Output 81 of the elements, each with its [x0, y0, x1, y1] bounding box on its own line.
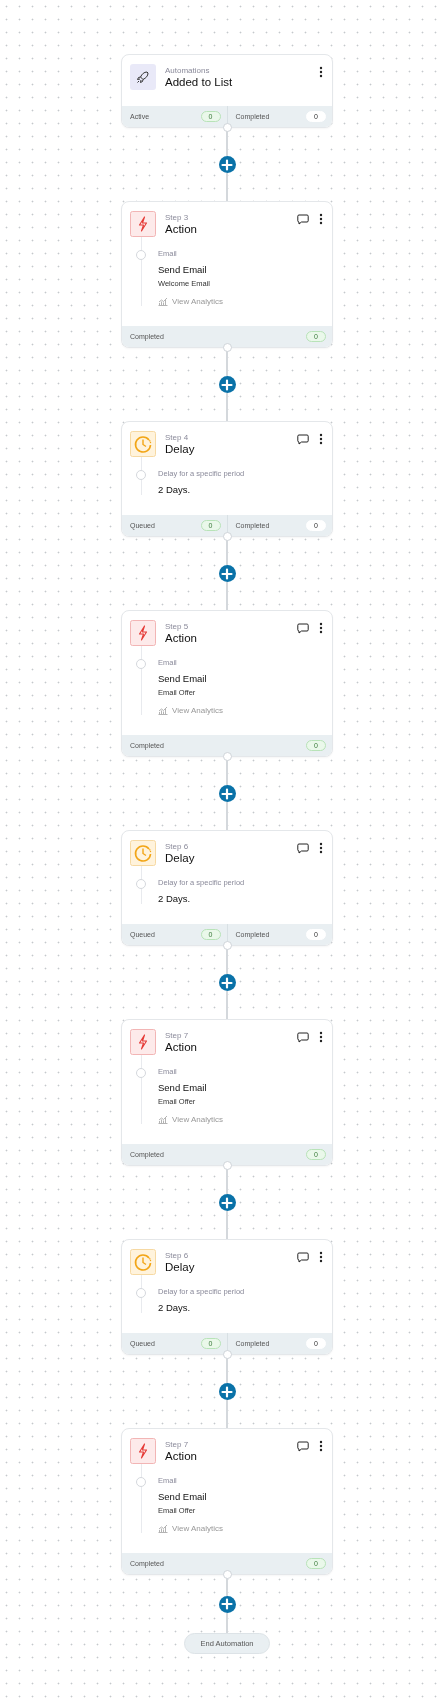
timeline-dot: [136, 1288, 146, 1298]
rocket-icon: [130, 64, 156, 90]
node-title: Action: [165, 223, 198, 235]
detail-title: Send Email: [158, 1491, 208, 1502]
timeline-dot: [136, 470, 146, 480]
clock-icon: [130, 431, 156, 457]
add-step-button[interactable]: [218, 974, 236, 991]
comment-icon[interactable]: [297, 1440, 309, 1452]
node-title: Action: [165, 1041, 198, 1053]
connector-line: [226, 802, 228, 830]
connector-port: [223, 1161, 232, 1170]
comment-icon[interactable]: [297, 1031, 309, 1043]
timeline-dot: [136, 659, 146, 669]
add-step-button[interactable]: [218, 565, 236, 582]
node-title: Delay: [165, 1261, 196, 1273]
connector-port: [223, 941, 232, 950]
add-step-button[interactable]: [218, 1595, 236, 1613]
connector-port: [223, 343, 232, 352]
connector-port: [223, 1570, 232, 1579]
comment-icon[interactable]: [297, 433, 309, 445]
more-menu-icon[interactable]: [319, 1440, 323, 1452]
node-title: Action: [165, 1450, 198, 1462]
comment-icon[interactable]: [297, 1251, 309, 1263]
node-title: Added to List: [165, 76, 234, 88]
connector-line: [226, 393, 228, 421]
comment-icon[interactable]: [297, 622, 309, 634]
step-label: Step 6: [165, 842, 190, 851]
timeline-dot: [136, 1477, 146, 1487]
detail-title: 2 Days.: [158, 893, 192, 904]
node-title: Action: [165, 632, 198, 644]
connector-line: [226, 582, 228, 610]
more-menu-icon[interactable]: [319, 213, 323, 225]
timeline-dot: [136, 250, 146, 260]
node-title: Delay: [165, 443, 196, 455]
connector-port: [223, 123, 232, 132]
chart-icon: [158, 1524, 168, 1533]
add-step-button[interactable]: [218, 1194, 236, 1211]
connector-port: [223, 1350, 232, 1359]
connector-line: [226, 173, 228, 201]
lightning-icon: [130, 1438, 156, 1464]
detail-title: Send Email: [158, 264, 208, 275]
timeline-dot: [136, 1068, 146, 1078]
clock-icon: [130, 840, 156, 866]
detail-title: 2 Days.: [158, 484, 192, 495]
add-step-button[interactable]: [218, 376, 236, 393]
category-label: Automations: [165, 66, 211, 75]
more-menu-icon[interactable]: [319, 842, 323, 854]
comment-icon[interactable]: [297, 842, 309, 854]
add-step-button[interactable]: [218, 785, 236, 802]
step-label: Step 5: [165, 622, 190, 631]
more-menu-icon[interactable]: [319, 1031, 323, 1043]
more-menu-icon[interactable]: [319, 66, 323, 78]
clock-icon: [130, 1249, 156, 1275]
connector-line: [226, 991, 228, 1019]
connector-line: [226, 1612, 228, 1633]
chart-icon: [158, 706, 168, 715]
step-label: Step 7: [165, 1440, 190, 1449]
more-menu-icon[interactable]: [319, 433, 323, 445]
detail-title: Send Email: [158, 673, 208, 684]
add-step-button[interactable]: [218, 156, 236, 173]
more-menu-icon[interactable]: [319, 622, 323, 634]
more-menu-icon[interactable]: [319, 1251, 323, 1263]
chart-icon: [158, 297, 168, 306]
detail-title: Send Email: [158, 1082, 208, 1093]
step-label: Step 7: [165, 1031, 190, 1040]
node-title: Delay: [165, 852, 196, 864]
connector-line: [226, 1211, 228, 1239]
step-label: Step 6: [165, 1251, 190, 1260]
lightning-icon: [130, 211, 156, 237]
connector-port: [223, 752, 232, 761]
step-label: Step 3: [165, 213, 190, 222]
add-step-button[interactable]: [218, 1383, 236, 1400]
timeline-dot: [136, 879, 146, 889]
chart-icon: [158, 1115, 168, 1124]
connector-port: [223, 532, 232, 541]
lightning-icon: [130, 620, 156, 646]
lightning-icon: [130, 1029, 156, 1055]
connector-line: [226, 1400, 228, 1428]
detail-title: 2 Days.: [158, 1302, 192, 1313]
comment-icon[interactable]: [297, 213, 309, 225]
step-label: Step 4: [165, 433, 190, 442]
